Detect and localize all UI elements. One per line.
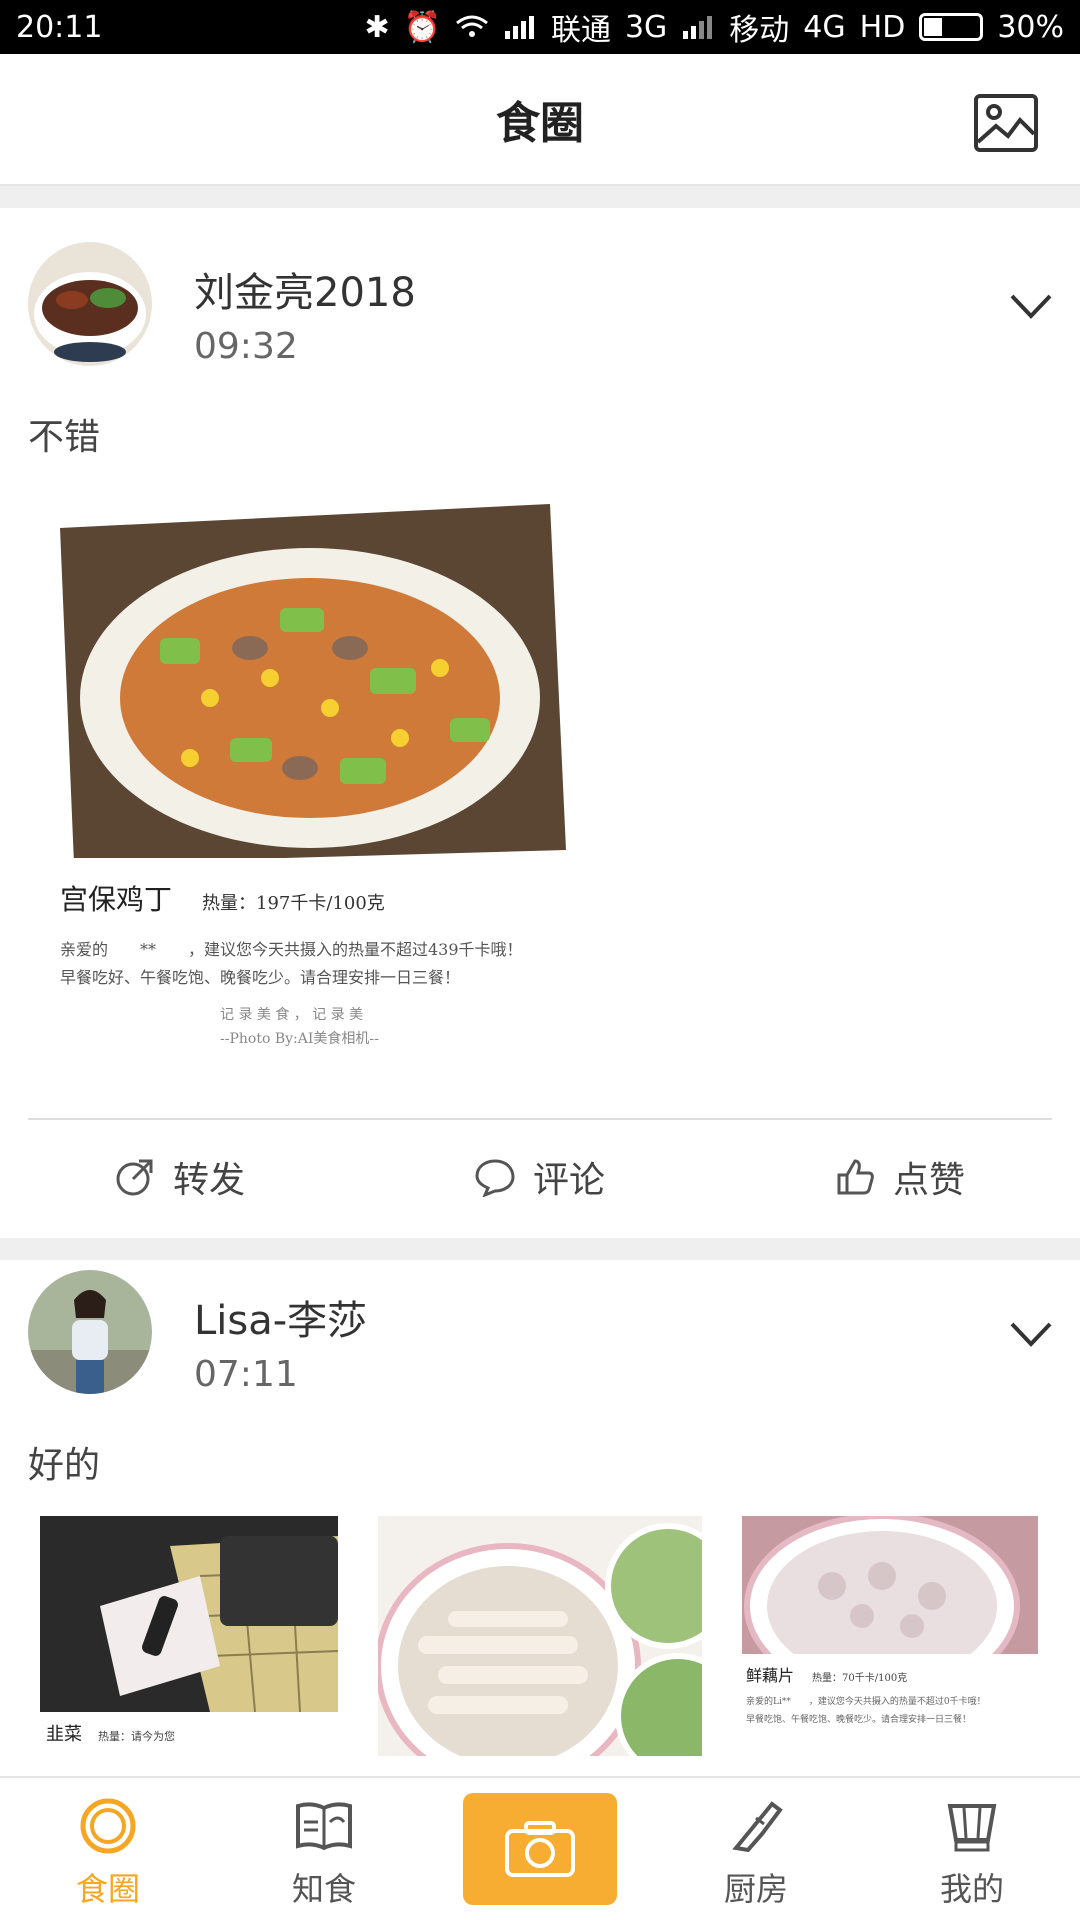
photo-advice-line2: 早餐吃好、午餐吃饱、晚餐吃少。请合理安排一日三餐！ <box>60 968 461 987</box>
post-divider <box>28 1118 1052 1120</box>
carrier-2: 移动 <box>729 13 790 48</box>
hd-label: HD <box>859 9 906 45</box>
carrier-1: 联通 <box>550 13 611 48</box>
battery-icon <box>919 13 984 41</box>
photo-advice-line1: 亲爱的 ** ，建议您今天共摄入的热量不超过439千卡哦！ <box>60 940 523 959</box>
status-bar: 20:11 ✱ ⏰ 联通 3G 移动 4G HD 30% <box>0 0 1080 54</box>
comment-label: 评论 <box>532 1160 605 1201</box>
thumb-advice-line1: 亲爱的Li** ，建议您今天共摄入的热量不超过0千卡哦！ <box>746 1697 986 1707</box>
share-label: 转发 <box>172 1160 245 1201</box>
wifi-icon <box>456 15 488 37</box>
avatar[interactable] <box>28 1270 152 1394</box>
bottom-nav: 食圈 知食 厨房 我的 <box>0 1776 1080 1920</box>
thumb-dish-name: 鲜藕片 <box>746 1666 795 1685</box>
book-icon <box>296 1802 352 1851</box>
photo-dish-name: 宫保鸡丁 <box>60 883 173 916</box>
post-card: Lisa-李莎 07:11 好的 韭菜 热量：请今为您 鲜藕片 热量：70千卡/… <box>0 1260 1080 1760</box>
nav-item-mine[interactable]: 我的 <box>864 1778 1080 1920</box>
alarm-icon: ⏰ <box>403 9 441 45</box>
ring-icon <box>80 1798 136 1854</box>
post-username[interactable]: 刘金亮2018 <box>194 260 416 318</box>
divider-gap <box>0 1238 1080 1260</box>
post-thumbnail[interactable] <box>378 1516 702 1756</box>
network-1: 3G <box>624 9 668 45</box>
share-icon <box>116 1159 153 1196</box>
chevron-down-icon[interactable] <box>1010 1322 1052 1348</box>
divider-gap <box>0 186 1080 208</box>
camera-icon <box>505 1821 575 1877</box>
nav-item-food-circle[interactable]: 食圈 <box>0 1778 216 1920</box>
thumb-advice-line2: 早餐吃饱、午餐吃饱、晚餐吃少。请合理安排一日三餐！ <box>746 1715 972 1725</box>
thumb-photo <box>742 1516 1038 1699</box>
chevron-down-icon[interactable] <box>1010 294 1052 320</box>
share-button[interactable]: 转发 <box>0 1122 360 1232</box>
comment-button[interactable]: 评论 <box>360 1122 720 1232</box>
nav-label: 厨房 <box>723 1870 788 1908</box>
photo-credit: --Photo By:AI美食相机-- <box>220 1031 379 1047</box>
nav-item-knowledge[interactable]: 知食 <box>216 1778 432 1920</box>
thumb-photo <box>40 1516 338 1713</box>
like-button[interactable]: 点赞 <box>720 1122 1080 1232</box>
post-photo[interactable]: 宫保鸡丁 热量：197千卡/100克 亲爱的 ** ，建议您今天共摄入的热量不超… <box>40 498 580 1058</box>
camera-button[interactable] <box>432 1778 648 1920</box>
post-thumbnail[interactable]: 韭菜 热量：请今为您 <box>40 1516 338 1756</box>
post-username[interactable]: Lisa-李莎 <box>194 1288 367 1346</box>
app-header: 食圈 <box>0 54 1080 186</box>
signal-icon <box>504 16 534 39</box>
status-time: 20:11 <box>16 9 103 45</box>
post-text: 好的 <box>28 1445 101 1486</box>
dish-photo <box>60 504 566 864</box>
thumb-calories: 热量：请今为您 <box>98 1730 175 1743</box>
photo-slogan: 记 录 美 食 ， 记 录 美 <box>220 1007 364 1023</box>
nav-item-kitchen[interactable]: 厨房 <box>648 1778 864 1920</box>
post-time: 07:11 <box>194 1354 298 1395</box>
post-time: 09:32 <box>194 326 298 367</box>
network-2: 4G <box>803 9 846 45</box>
post-text: 不错 <box>28 417 101 458</box>
comment-icon <box>475 1159 515 1197</box>
bluetooth-icon: ✱ <box>364 9 390 45</box>
signal-icon-2 <box>683 16 713 39</box>
thumb-dish-name: 韭菜 <box>46 1724 82 1745</box>
battery-percent: 30% <box>997 9 1064 45</box>
nav-label: 食圈 <box>75 1870 140 1908</box>
post-thumbnail[interactable]: 鲜藕片 热量：70千卡/100克 亲爱的Li** ，建议您今天共摄入的热量不超过… <box>742 1516 1038 1756</box>
chef-hat-icon <box>947 1804 997 1852</box>
thumbs-up-icon <box>837 1159 874 1195</box>
page-title: 食圈 <box>496 98 584 149</box>
nav-label: 知食 <box>291 1870 356 1908</box>
photo-calories: 热量：197千卡/100克 <box>202 893 385 914</box>
knife-icon <box>732 1801 783 1853</box>
thumb-calories: 热量：70千卡/100克 <box>812 1673 908 1684</box>
post-actions: 转发 评论 点赞 <box>0 1122 1080 1232</box>
like-label: 点赞 <box>892 1160 965 1201</box>
thumb-photo <box>378 1516 702 1756</box>
nav-label: 我的 <box>939 1870 1004 1908</box>
post-card: 刘金亮2018 09:32 不错 宫保鸡丁 热量：197千卡/100克 亲爱的 … <box>0 208 1080 1238</box>
image-icon[interactable] <box>974 94 1038 152</box>
avatar[interactable] <box>28 242 152 366</box>
